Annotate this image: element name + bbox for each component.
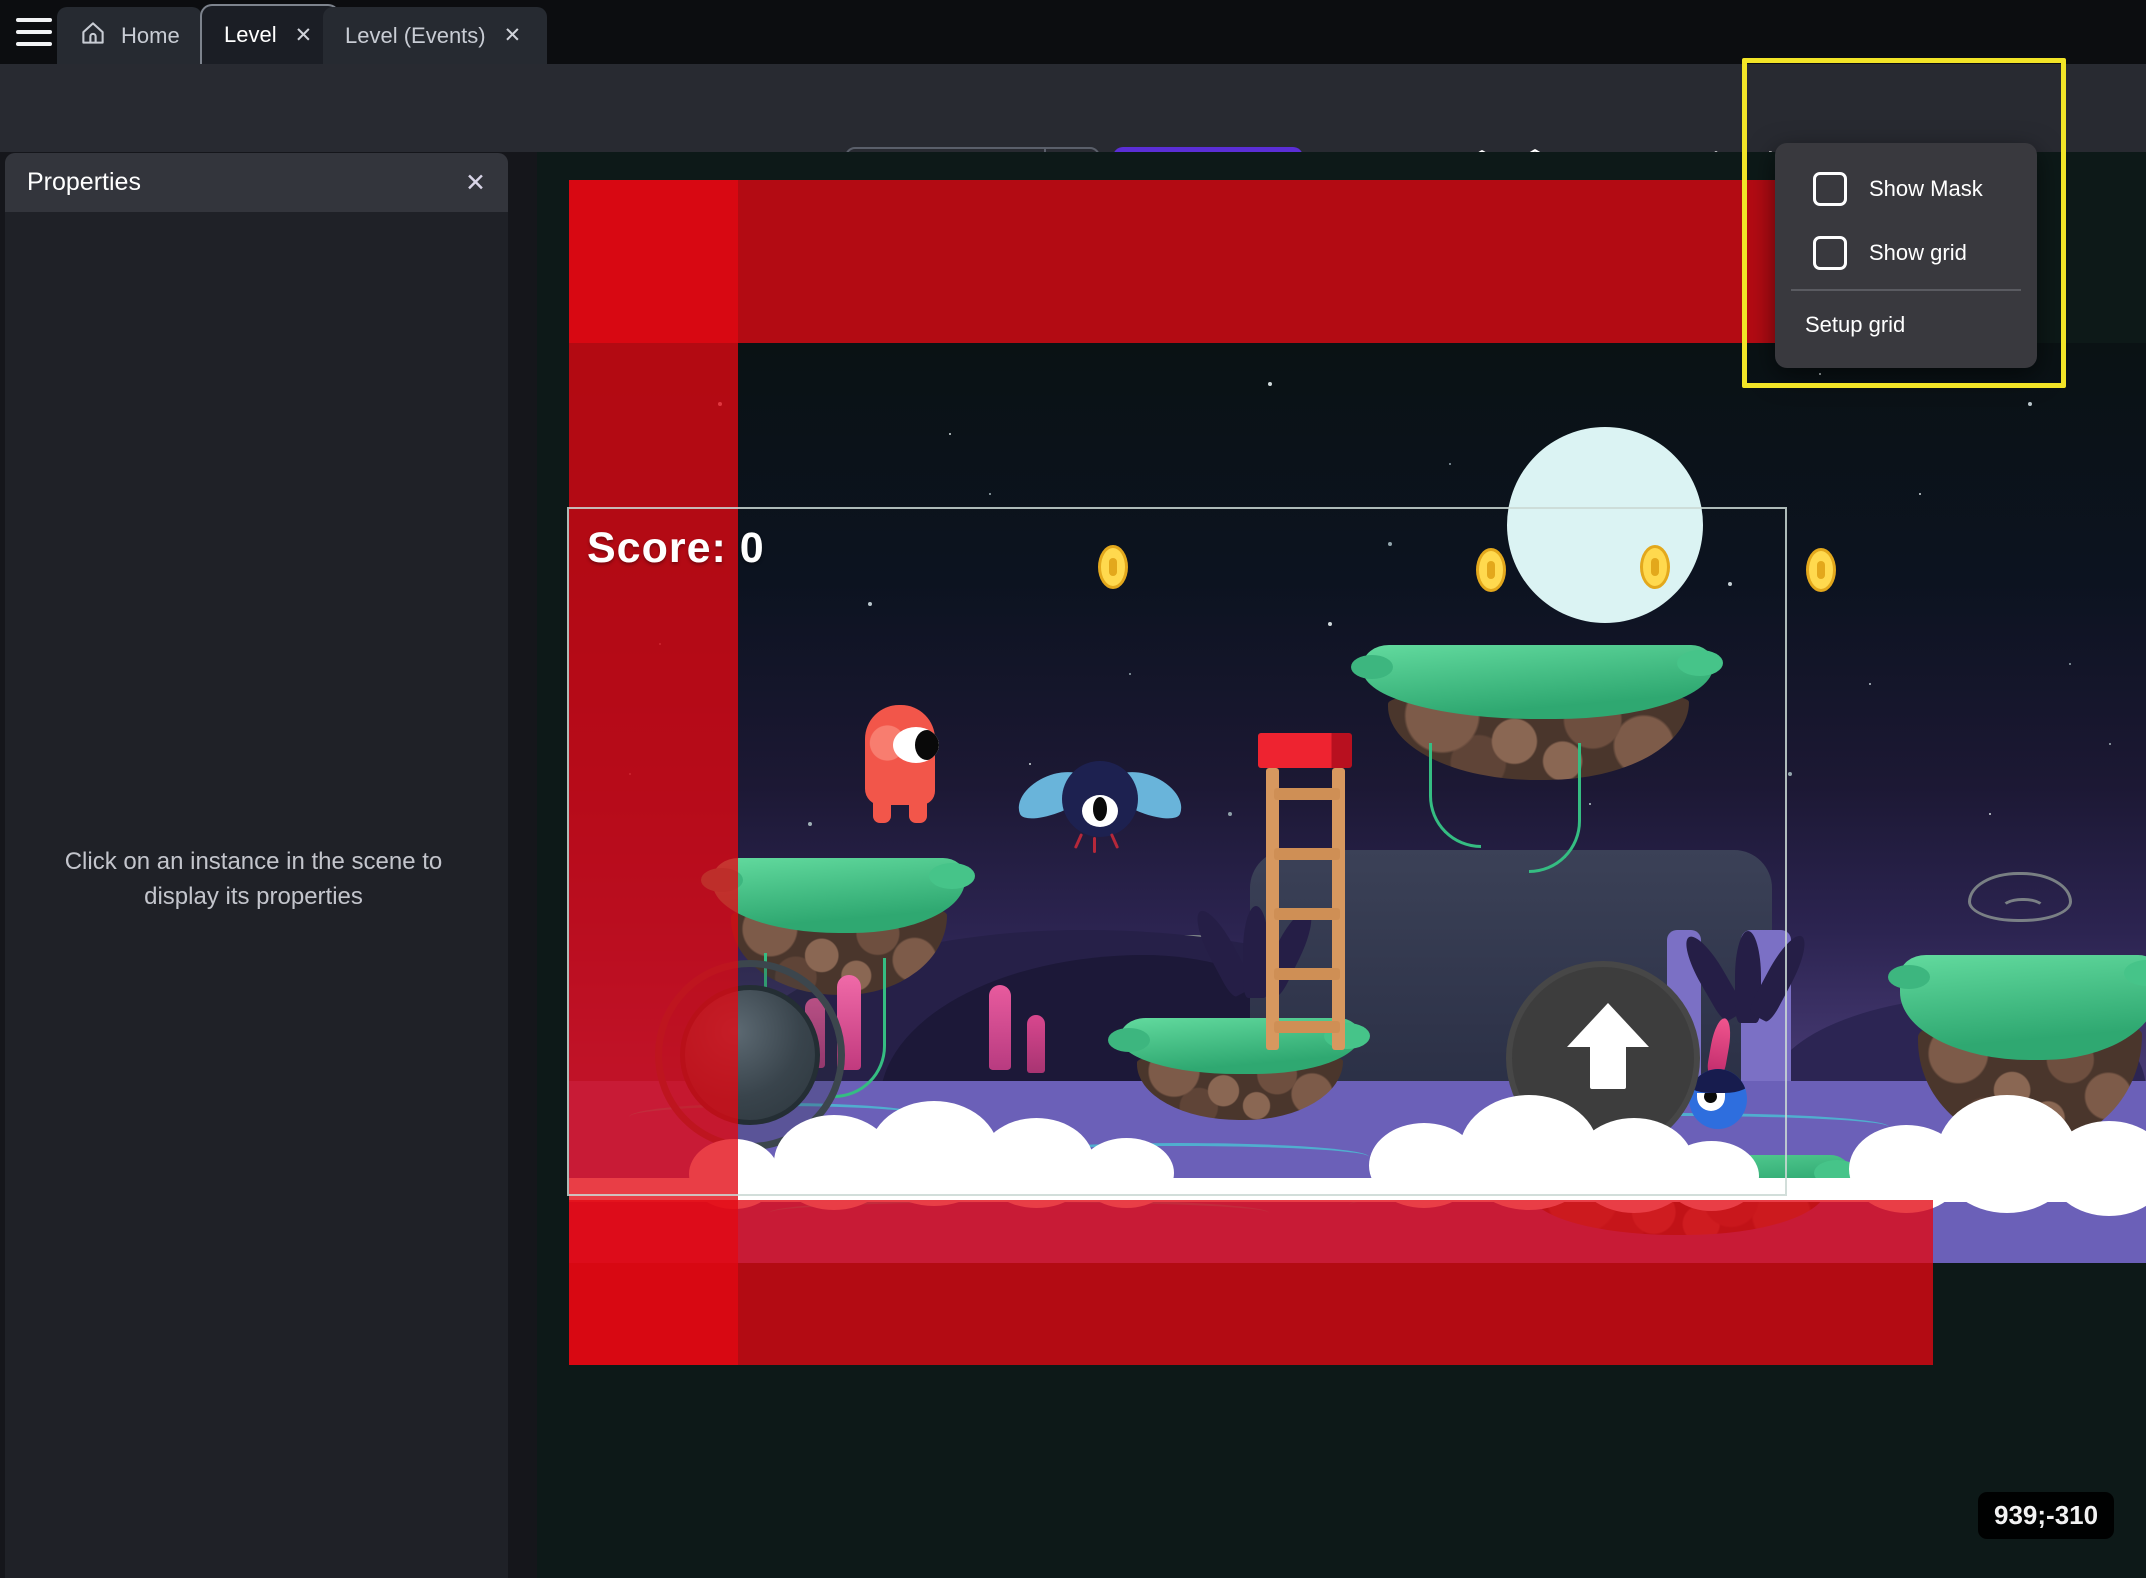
properties-panel-close-icon[interactable]: ✕	[465, 168, 486, 198]
menu-item-setup-grid[interactable]: Setup grid	[1805, 299, 1905, 351]
show-grid-checkbox[interactable]	[1813, 236, 1847, 270]
tab-level-events-close-icon[interactable]: ✕	[500, 21, 526, 50]
tab-level-events[interactable]: Level (Events) ✕	[323, 7, 547, 64]
camera-frame-border	[567, 507, 1787, 1196]
properties-panel: Properties ✕ Click on an instance in the…	[5, 153, 508, 1578]
menu-divider	[1791, 289, 2021, 291]
home-icon	[79, 19, 107, 53]
score-text-instance[interactable]: Score: 0	[587, 524, 765, 573]
tab-level[interactable]: Level ✕	[200, 4, 340, 64]
tab-level-label: Level	[224, 22, 277, 48]
left-panel-column: Properties ✕ Click on an instance in the…	[0, 152, 537, 1578]
tab-home[interactable]: Home	[57, 7, 202, 64]
toolbar: Preview ▼ Publish	[0, 64, 2146, 152]
menu-item-show-grid[interactable]: Show grid	[1775, 227, 2037, 279]
show-mask-checkbox[interactable]	[1813, 172, 1847, 206]
grid-options-menu: Show Mask Show grid Setup grid	[1775, 143, 2037, 368]
cursor-coordinates-badge: 939;-310	[1978, 1492, 2114, 1539]
gdevelop-editor-window: Home Level ✕ Level (Events) ✕	[0, 0, 2146, 1578]
properties-panel-header: Properties ✕	[5, 153, 508, 212]
tab-level-close-icon[interactable]: ✕	[291, 21, 317, 50]
main-menu-button[interactable]	[14, 15, 54, 49]
coin-instance[interactable]	[1806, 548, 1836, 592]
show-mask-label: Show Mask	[1869, 176, 1983, 202]
tab-level-events-label: Level (Events)	[345, 23, 486, 49]
properties-empty-hint: Click on an instance in the scene to dis…	[33, 845, 474, 915]
tab-bar: Home Level ✕ Level (Events) ✕	[0, 0, 2146, 64]
eye-decoration	[1968, 872, 2072, 922]
properties-panel-title: Properties	[27, 168, 465, 197]
danger-zone-bottom[interactable]	[569, 1200, 1933, 1365]
danger-zone-top[interactable]	[569, 180, 1933, 343]
menu-item-show-mask[interactable]: Show Mask	[1775, 163, 2037, 215]
show-grid-label: Show grid	[1869, 240, 1967, 266]
tab-home-label: Home	[121, 23, 180, 49]
